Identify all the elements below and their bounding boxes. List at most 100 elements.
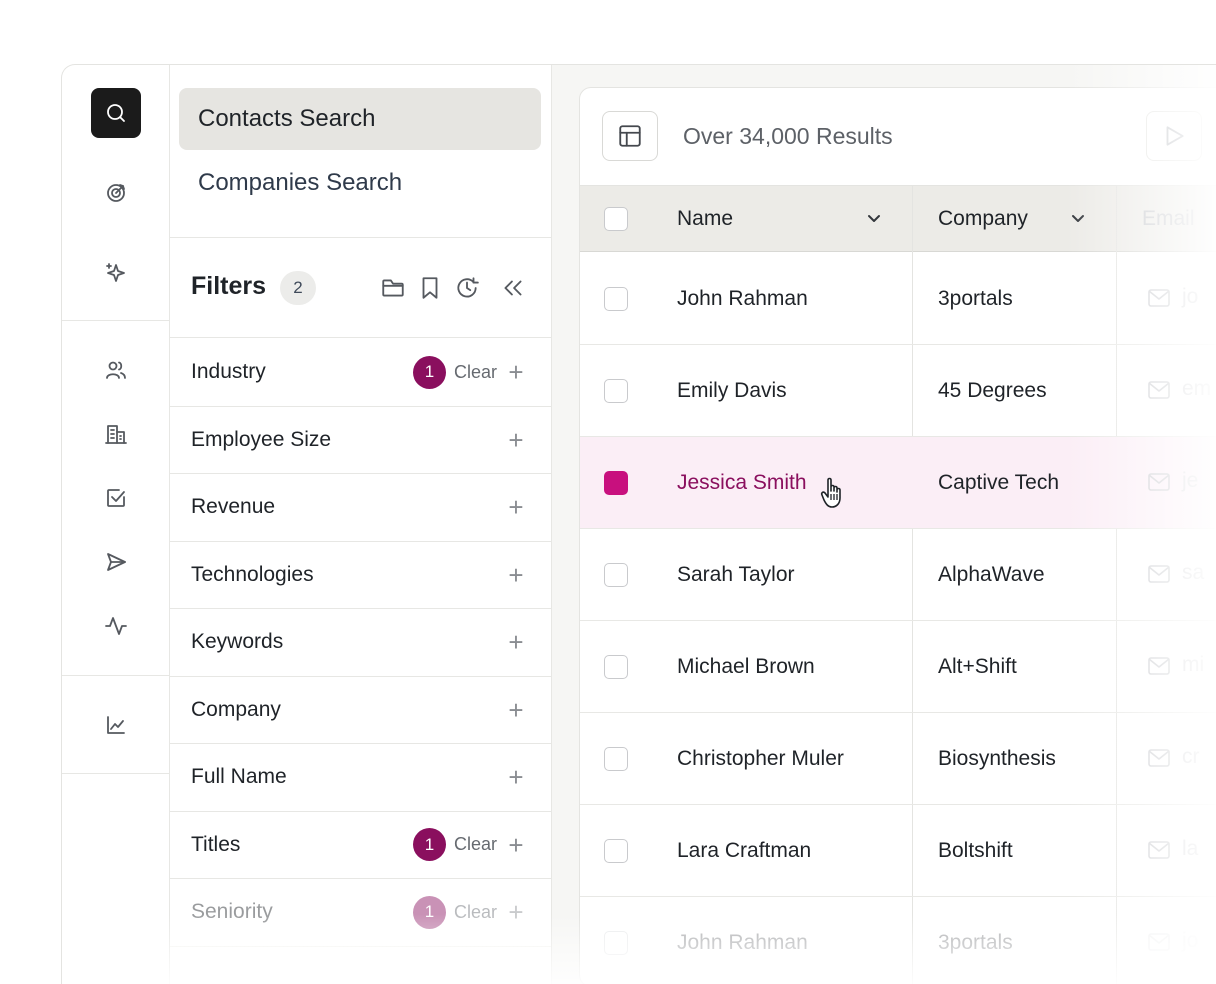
row-checkbox[interactable] (604, 655, 628, 679)
plus-icon[interactable]: + (507, 899, 525, 925)
plus-icon[interactable]: + (507, 359, 525, 385)
bookmark-icon (422, 277, 438, 299)
table-row[interactable]: John Rahman 3portals jo (580, 253, 1216, 345)
cell-company: Captive Tech (938, 471, 1060, 494)
chevron-down-icon[interactable] (1068, 208, 1088, 228)
row-checkbox[interactable] (604, 931, 628, 955)
cell-name: Christopher Muler (677, 747, 844, 770)
filters-title: Filters (191, 272, 267, 300)
table-row[interactable]: Lara Craftman Boltshift la (580, 805, 1216, 897)
cell-email: je (1182, 469, 1199, 492)
column-label: Name (677, 207, 734, 230)
plus-icon[interactable]: + (507, 427, 525, 453)
collapse-panel-button[interactable] (500, 275, 526, 301)
cell-company: Boltshift (938, 839, 1013, 862)
activity-nav-button[interactable] (91, 601, 141, 651)
filter-technologies[interactable]: Technologies + (170, 542, 552, 609)
play-button[interactable] (1146, 111, 1202, 161)
table-row[interactable]: Michael Brown Alt+Shift mi (580, 621, 1216, 713)
column-header-email[interactable]: Email (1142, 186, 1216, 252)
filter-label: Keywords (191, 630, 284, 654)
chevron-down-icon[interactable] (864, 208, 884, 228)
filter-keywords[interactable]: Keywords + (170, 609, 552, 677)
table-view-button[interactable] (602, 111, 658, 161)
search-icon (107, 104, 125, 122)
mail-icon (1148, 381, 1170, 399)
chart-line-icon (107, 716, 125, 734)
clear-filter-button[interactable]: Clear (454, 362, 497, 383)
filter-full-name[interactable]: Full Name + (170, 744, 552, 812)
column-label: Email (1142, 207, 1195, 230)
row-checkbox-checked[interactable] (604, 471, 628, 495)
filter-employee-size[interactable]: Employee Size + (170, 407, 552, 474)
tasks-nav-button[interactable] (91, 473, 141, 523)
mail-icon (1148, 565, 1170, 583)
plus-icon[interactable]: + (507, 697, 525, 723)
history-button[interactable] (454, 275, 480, 301)
filter-label: Technologies (191, 562, 314, 586)
filter-count-badge: 1 (412, 828, 446, 862)
mail-icon (1148, 473, 1170, 491)
column-header-company[interactable]: Company (938, 186, 1116, 252)
filter-count-badge: 1 (412, 895, 446, 929)
target-icon (107, 184, 125, 202)
cell-email: mi (1182, 653, 1205, 676)
bookmark-button[interactable] (417, 275, 443, 301)
filter-company[interactable]: Company + (170, 677, 552, 744)
results-toolbar: Over 34,000 Results (580, 88, 1216, 186)
table-row[interactable]: Sarah Taylor AlphaWave sa (580, 529, 1216, 621)
plus-icon[interactable]: + (507, 832, 525, 858)
rail-group-search (62, 65, 170, 321)
results-area: Over 34,000 Results Name Company Email J… (552, 65, 1216, 984)
folder-button[interactable] (380, 275, 406, 301)
table-row[interactable]: Emily Davis 45 Degrees em (580, 345, 1216, 437)
row-checkbox[interactable] (604, 747, 628, 771)
analytics-nav-button[interactable] (91, 700, 141, 750)
filter-label: Revenue (191, 495, 276, 519)
filter-label: Titles (191, 832, 241, 856)
sparkles-nav-button[interactable] (91, 248, 141, 298)
checkbox-icon (107, 489, 125, 507)
filter-titles[interactable]: Titles 1 Clear + (170, 812, 552, 879)
target-nav-button[interactable] (91, 168, 141, 218)
row-checkbox[interactable] (604, 379, 628, 403)
filter-seniority[interactable]: Seniority 1 Clear + (170, 879, 552, 947)
send-nav-button[interactable] (91, 537, 141, 587)
cell-name: Sarah Taylor (677, 563, 795, 586)
filter-industry[interactable]: Industry 1 Clear + (170, 339, 552, 407)
plus-icon[interactable]: + (507, 562, 525, 588)
cell-company: AlphaWave (938, 563, 1045, 586)
table-row[interactable]: John Rahman 3portals jo (580, 897, 1216, 984)
column-header-name[interactable]: Name (677, 186, 912, 252)
table-row-selected[interactable]: Jessica Smith Captive Tech je (580, 437, 1216, 529)
filter-label: Seniority (191, 900, 273, 924)
people-icon (106, 361, 126, 379)
contacts-search-tab[interactable]: Contacts Search (179, 88, 541, 150)
people-nav-button[interactable] (91, 345, 141, 395)
cell-email: la (1182, 837, 1199, 860)
row-checkbox[interactable] (604, 839, 628, 863)
cell-company: 3portals (938, 287, 1013, 310)
select-all-checkbox[interactable] (604, 207, 628, 231)
clear-filter-button[interactable]: Clear (454, 902, 497, 923)
clear-filter-button[interactable]: Clear (454, 834, 497, 855)
plus-icon[interactable]: + (507, 629, 525, 655)
row-checkbox[interactable] (604, 287, 628, 311)
row-checkbox[interactable] (604, 563, 628, 587)
plus-icon[interactable]: + (507, 494, 525, 520)
cell-company: 45 Degrees (938, 379, 1047, 402)
mail-icon (1148, 289, 1170, 307)
cell-name: Lara Craftman (677, 839, 812, 862)
building-nav-button[interactable] (91, 409, 141, 459)
search-nav-button[interactable] (91, 88, 141, 138)
layout-icon (619, 125, 641, 147)
app-window: Contacts Search Companies Search Filters… (61, 64, 1216, 984)
table-row[interactable]: Christopher Muler Biosynthesis cr (580, 713, 1216, 805)
send-icon (107, 553, 126, 571)
filter-label: Employee Size (191, 427, 332, 451)
filter-revenue[interactable]: Revenue + (170, 474, 552, 542)
rail-group-data (62, 321, 170, 676)
plus-icon[interactable]: + (507, 764, 525, 790)
companies-search-tab[interactable]: Companies Search (179, 152, 541, 214)
cell-company: Biosynthesis (938, 747, 1056, 770)
